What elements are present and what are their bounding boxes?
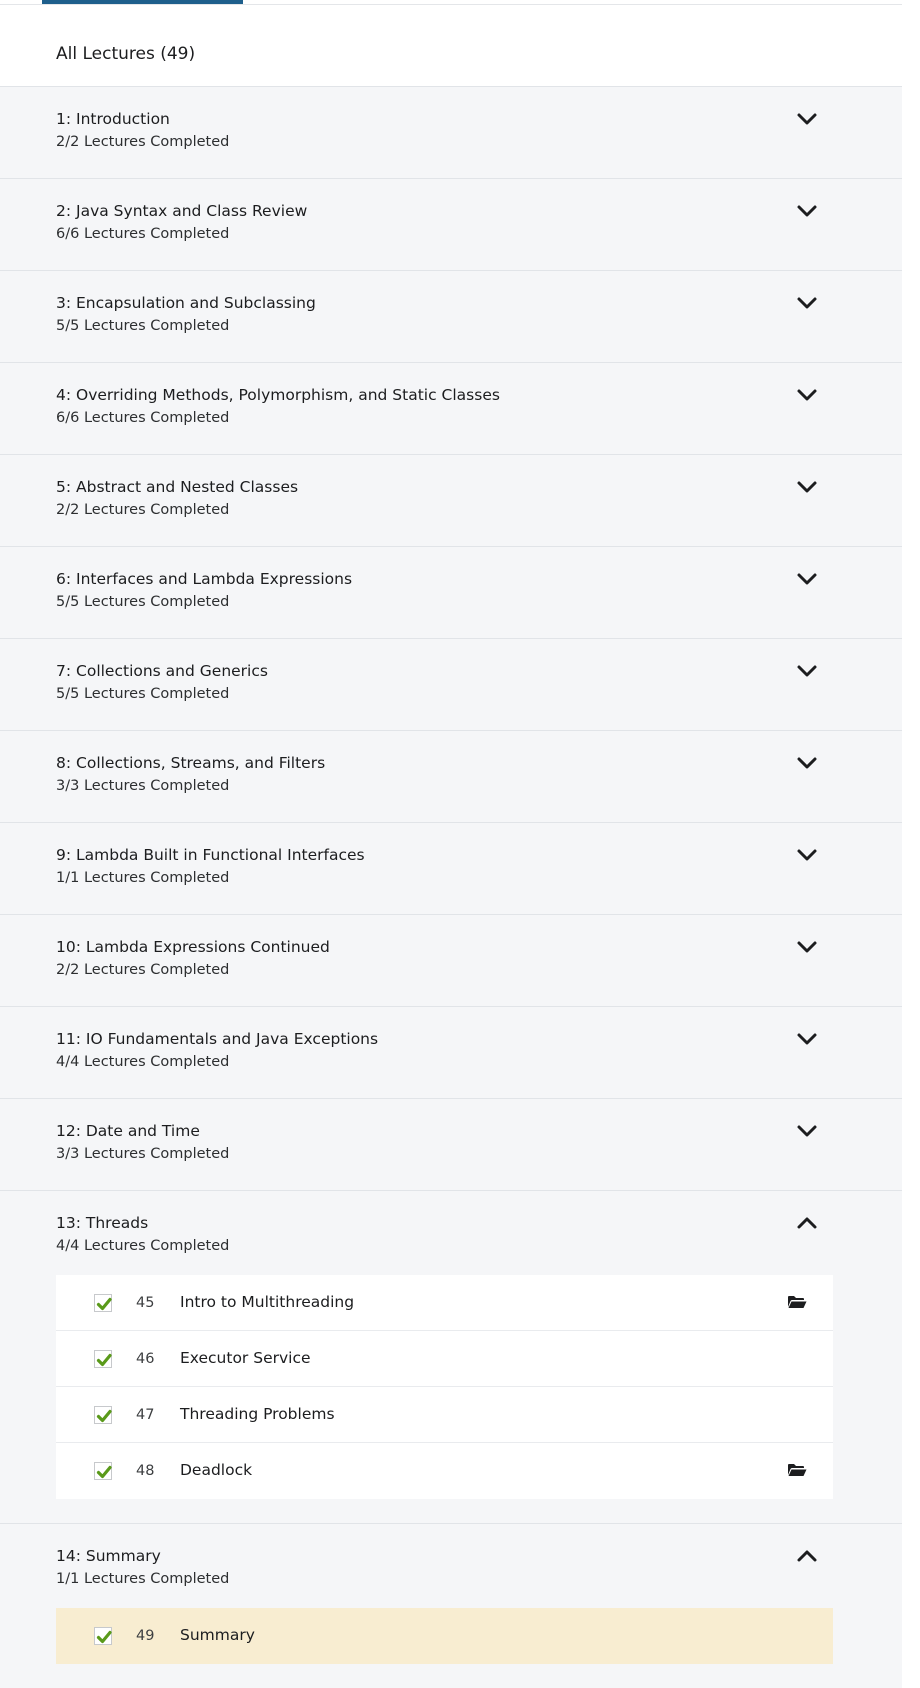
lecture-number: 48 bbox=[136, 1463, 155, 1479]
chevron-down-icon[interactable] bbox=[796, 1031, 818, 1047]
active-tab-indicator bbox=[42, 0, 243, 4]
folder-open-icon[interactable] bbox=[787, 1462, 807, 1478]
chevron-down-icon[interactable] bbox=[796, 479, 818, 495]
course-section: 2: Java Syntax and Class Review 6/6 Lectu… bbox=[0, 178, 902, 270]
course-section: 9: Lambda Built in Functional Interfaces… bbox=[0, 822, 902, 914]
chevron-down-icon[interactable] bbox=[796, 755, 818, 771]
course-section: 14: Summary 1/1 Lectures Completed 49 Summa… bbox=[0, 1523, 902, 1688]
section-title: 13: Threads bbox=[56, 1214, 149, 1232]
course-section: 13: Threads 4/4 Lectures Completed 45 Intro… bbox=[0, 1190, 902, 1523]
lecture-sections-list: 1: Introduction 2/2 Lectures Completed 2: … bbox=[0, 86, 902, 1688]
chevron-down-icon[interactable] bbox=[796, 111, 818, 127]
section-header[interactable]: 14: Summary 1/1 Lectures Completed bbox=[0, 1524, 902, 1608]
course-section: 3: Encapsulation and Subclassing 5/5 Lect… bbox=[0, 270, 902, 362]
section-header[interactable]: 12: Date and Time 3/3 Lectures Completed bbox=[0, 1099, 902, 1191]
chevron-down-icon[interactable] bbox=[796, 939, 818, 955]
course-section: 12: Date and Time 3/3 Lectures Completed bbox=[0, 1098, 902, 1190]
lecture-number: 46 bbox=[136, 1351, 155, 1367]
section-title: 7: Collections and Generics bbox=[56, 662, 268, 680]
section-title: 14: Summary bbox=[56, 1547, 161, 1565]
lectures-list-title: All Lectures (49) bbox=[56, 44, 196, 64]
section-header[interactable]: 3: Encapsulation and Subclassing 5/5 Lect… bbox=[0, 271, 902, 363]
section-header[interactable]: 6: Interfaces and Lambda Expressions 5/5 … bbox=[0, 547, 902, 639]
chevron-down-icon[interactable] bbox=[796, 847, 818, 863]
section-header[interactable]: 2: Java Syntax and Class Review 6/6 Lectu… bbox=[0, 179, 902, 271]
section-progress: 2/2 Lectures Completed bbox=[56, 502, 230, 518]
section-title: 3: Encapsulation and Subclassing bbox=[56, 294, 316, 312]
section-title: 11: IO Fundamentals and Java Exceptions bbox=[56, 1030, 379, 1048]
lecture-item[interactable]: 48 Deadlock bbox=[56, 1443, 833, 1499]
section-header[interactable]: 7: Collections and Generics 5/5 Lectures … bbox=[0, 639, 902, 731]
current-lecture-item[interactable]: 49 Summary bbox=[56, 1608, 833, 1664]
section-title: 9: Lambda Built in Functional Interfaces bbox=[56, 846, 365, 864]
chevron-down-icon[interactable] bbox=[796, 571, 818, 587]
course-section: 10: Lambda Expressions Continued 2/2 Lect… bbox=[0, 914, 902, 1006]
chevron-up-icon[interactable] bbox=[796, 1215, 818, 1231]
section-title: 8: Collections, Streams, and Filters bbox=[56, 754, 326, 772]
lecture-item[interactable]: 47 Threading Problems bbox=[56, 1387, 833, 1443]
section-header[interactable]: 1: Introduction 2/2 Lectures Completed bbox=[0, 87, 902, 179]
lecture-item[interactable]: 45 Intro to Multithreading bbox=[56, 1275, 833, 1331]
section-progress: 3/3 Lectures Completed bbox=[56, 778, 230, 794]
section-title: 4: Overriding Methods, Polymorphism, and… bbox=[56, 386, 500, 404]
page-gutter bbox=[902, 0, 920, 1649]
completed-checkbox[interactable] bbox=[94, 1350, 112, 1368]
lecture-title: Deadlock bbox=[180, 1461, 253, 1479]
section-progress: 5/5 Lectures Completed bbox=[56, 594, 230, 610]
section-progress: 6/6 Lectures Completed bbox=[56, 226, 230, 242]
section-progress: 5/5 Lectures Completed bbox=[56, 318, 230, 334]
lecture-title: Threading Problems bbox=[180, 1405, 335, 1423]
lecture-item[interactable]: 46 Executor Service bbox=[56, 1331, 833, 1387]
lecture-title: Summary bbox=[180, 1626, 255, 1644]
completed-checkbox[interactable] bbox=[94, 1627, 112, 1645]
section-title: 10: Lambda Expressions Continued bbox=[56, 938, 330, 956]
chevron-up-icon[interactable] bbox=[796, 1548, 818, 1564]
chevron-down-icon[interactable] bbox=[796, 203, 818, 219]
section-header[interactable]: 10: Lambda Expressions Continued 2/2 Lect… bbox=[0, 915, 902, 1007]
completed-checkbox[interactable] bbox=[94, 1406, 112, 1424]
lecture-list: 49 Summary bbox=[56, 1608, 833, 1664]
course-section: 11: IO Fundamentals and Java Exceptions 4… bbox=[0, 1006, 902, 1098]
section-progress: 4/4 Lectures Completed bbox=[56, 1054, 230, 1070]
section-title: 2: Java Syntax and Class Review bbox=[56, 202, 308, 220]
lecture-number: 45 bbox=[136, 1295, 155, 1311]
chevron-down-icon[interactable] bbox=[796, 387, 818, 403]
section-progress: 5/5 Lectures Completed bbox=[56, 686, 230, 702]
lecture-title: Intro to Multithreading bbox=[180, 1293, 355, 1311]
course-section: 7: Collections and Generics 5/5 Lectures … bbox=[0, 638, 902, 730]
section-header[interactable]: 13: Threads 4/4 Lectures Completed bbox=[0, 1191, 902, 1275]
lecture-title: Executor Service bbox=[180, 1349, 311, 1367]
section-title: 6: Interfaces and Lambda Expressions bbox=[56, 570, 353, 588]
tab-bar bbox=[0, 0, 920, 5]
section-header[interactable]: 8: Collections, Streams, and Filters 3/3 … bbox=[0, 731, 902, 823]
completed-checkbox[interactable] bbox=[94, 1462, 112, 1480]
lecture-number: 47 bbox=[136, 1407, 155, 1423]
chevron-down-icon[interactable] bbox=[796, 663, 818, 679]
section-header[interactable]: 4: Overriding Methods, Polymorphism, and… bbox=[0, 363, 902, 455]
section-header[interactable]: 11: IO Fundamentals and Java Exceptions 4… bbox=[0, 1007, 902, 1099]
completed-checkbox[interactable] bbox=[94, 1294, 112, 1312]
course-section: 8: Collections, Streams, and Filters 3/3 … bbox=[0, 730, 902, 822]
chevron-down-icon[interactable] bbox=[796, 1123, 818, 1139]
section-title: 12: Date and Time bbox=[56, 1122, 200, 1140]
section-progress: 4/4 Lectures Completed bbox=[56, 1238, 230, 1254]
folder-open-icon[interactable] bbox=[787, 1294, 807, 1310]
section-progress: 3/3 Lectures Completed bbox=[56, 1146, 230, 1162]
section-header[interactable]: 9: Lambda Built in Functional Interfaces… bbox=[0, 823, 902, 915]
section-progress: 1/1 Lectures Completed bbox=[56, 1571, 230, 1587]
course-section: 4: Overriding Methods, Polymorphism, and… bbox=[0, 362, 902, 454]
section-progress: 6/6 Lectures Completed bbox=[56, 410, 230, 426]
course-section: 1: Introduction 2/2 Lectures Completed bbox=[0, 86, 902, 178]
lecture-list: 45 Intro to Multithreading 46 Executor Serv… bbox=[56, 1275, 833, 1499]
section-progress: 2/2 Lectures Completed bbox=[56, 134, 230, 150]
section-title: 5: Abstract and Nested Classes bbox=[56, 478, 299, 496]
section-progress: 1/1 Lectures Completed bbox=[56, 870, 230, 886]
course-section: 6: Interfaces and Lambda Expressions 5/5 … bbox=[0, 546, 902, 638]
section-title: 1: Introduction bbox=[56, 110, 170, 128]
course-section: 5: Abstract and Nested Classes 2/2 Lectur… bbox=[0, 454, 902, 546]
chevron-down-icon[interactable] bbox=[796, 295, 818, 311]
section-header[interactable]: 5: Abstract and Nested Classes 2/2 Lectur… bbox=[0, 455, 902, 547]
lecture-number: 49 bbox=[136, 1628, 155, 1644]
section-progress: 2/2 Lectures Completed bbox=[56, 962, 230, 978]
